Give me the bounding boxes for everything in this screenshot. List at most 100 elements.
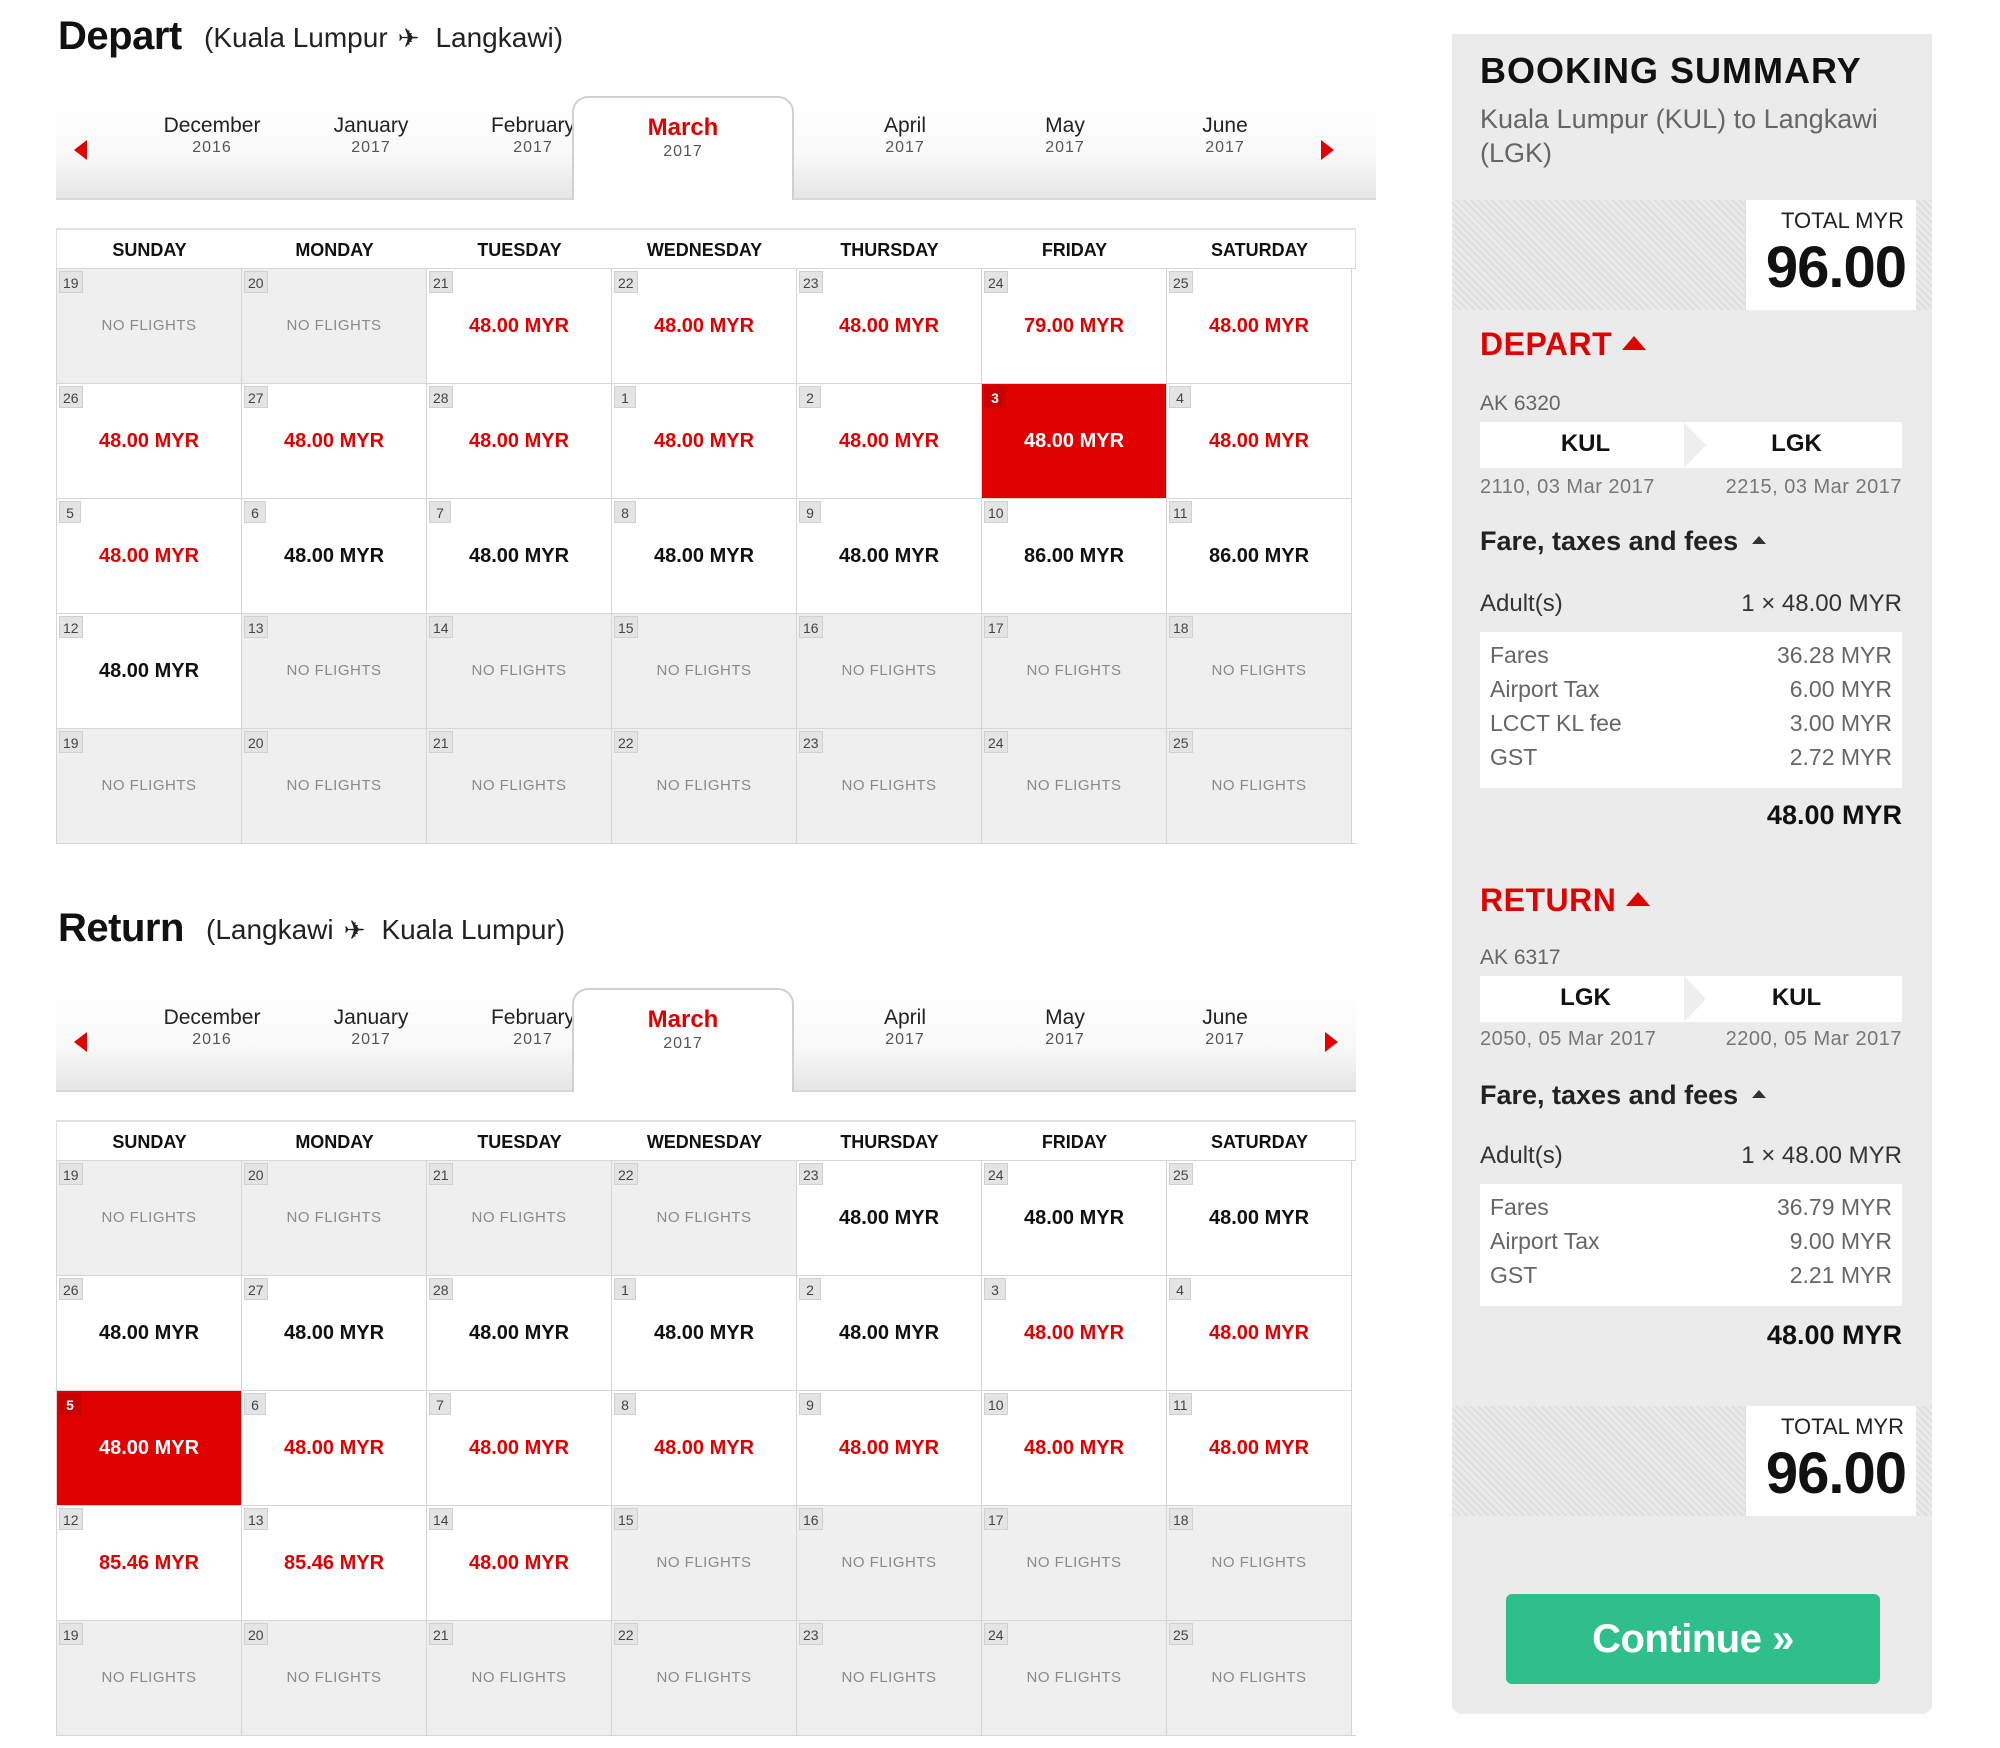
day-price: 48.00 MYR <box>283 430 385 452</box>
calendar-day[interactable]: 4 48.00 MYR <box>1167 384 1352 499</box>
calendar-day-selected[interactable]: 5 48.00 MYR <box>57 1391 242 1506</box>
month-tab-december[interactable]: December 2016 <box>137 114 287 157</box>
calendar-day[interactable]: 9 48.00 MYR <box>797 499 982 614</box>
weekday-sunday: SUNDAY <box>112 1132 187 1152</box>
calendar-day-selected[interactable]: 3 48.00 MYR <box>982 384 1167 499</box>
summary-depart-toggle[interactable]: DEPART <box>1480 326 1647 363</box>
calendar-day: 14 NO FLIGHTS <box>427 614 612 729</box>
calendar-day[interactable]: 28 48.00 MYR <box>427 384 612 499</box>
calendar-day[interactable]: 11 48.00 MYR <box>1167 1391 1352 1506</box>
calendar-day[interactable]: 23 48.00 MYR <box>797 269 982 384</box>
month-tab-january[interactable]: January 2017 <box>296 1006 446 1049</box>
calendar-day: 19 NO FLIGHTS <box>57 269 242 384</box>
calendar-day[interactable]: 23 48.00 MYR <box>797 1161 982 1276</box>
calendar-day[interactable]: 6 48.00 MYR <box>242 1391 427 1506</box>
calendar-day[interactable]: 6 48.00 MYR <box>242 499 427 614</box>
day-price: 85.46 MYR <box>283 1552 385 1574</box>
weekday-thursday: THURSDAY <box>840 240 939 260</box>
calendar-day[interactable]: 9 48.00 MYR <box>797 1391 982 1506</box>
calendar-day[interactable]: 4 48.00 MYR <box>1167 1276 1352 1391</box>
calendar-day[interactable]: 11 86.00 MYR <box>1167 499 1352 614</box>
continue-button[interactable]: Continue » <box>1506 1594 1880 1684</box>
calendar-day[interactable]: 2 48.00 MYR <box>797 1276 982 1391</box>
day-number: 24 <box>984 731 1008 753</box>
weekday-tuesday: TUESDAY <box>477 1132 562 1152</box>
calendar-day[interactable]: 12 85.46 MYR <box>57 1506 242 1621</box>
depart-route-from: (Kuala Lumpur <box>204 22 388 53</box>
day-number: 14 <box>429 616 453 638</box>
calendar-day[interactable]: 27 48.00 MYR <box>242 384 427 499</box>
day-number: 10 <box>984 501 1008 523</box>
calendar-day[interactable]: 24 79.00 MYR <box>982 269 1167 384</box>
fare-item-value: 2.21 MYR <box>1789 1262 1892 1288</box>
return-adult-row: Adult(s) 1 × 48.00 MYR <box>1480 1142 1902 1170</box>
month-year: 2017 <box>663 143 703 160</box>
month-tab-april[interactable]: April 2017 <box>830 1006 980 1049</box>
day-number: 23 <box>799 1163 823 1185</box>
prev-month-arrow-icon[interactable] <box>74 140 87 160</box>
calendar-day[interactable]: 24 48.00 MYR <box>982 1161 1167 1276</box>
calendar-day[interactable]: 21 48.00 MYR <box>427 269 612 384</box>
month-tab-march[interactable]: March 2017 <box>572 96 794 200</box>
month-year: 2017 <box>1205 139 1245 156</box>
calendar-day[interactable]: 3 48.00 MYR <box>982 1276 1167 1391</box>
month-tab-january[interactable]: January 2017 <box>296 114 446 157</box>
month-tab-may[interactable]: May 2017 <box>990 1006 1140 1049</box>
depart-fare-toggle[interactable]: Fare, taxes and fees <box>1480 526 1767 557</box>
calendar-day[interactable]: 2 48.00 MYR <box>797 384 982 499</box>
calendar-day: 15 NO FLIGHTS <box>612 614 797 729</box>
month-tab-june[interactable]: June 2017 <box>1150 1006 1300 1049</box>
calendar-day[interactable]: 26 48.00 MYR <box>57 1276 242 1391</box>
next-month-arrow-icon[interactable] <box>1325 1032 1338 1052</box>
return-fare-toggle[interactable]: Fare, taxes and fees <box>1480 1080 1767 1111</box>
prev-month-arrow-icon[interactable] <box>74 1032 87 1052</box>
month-year: 2017 <box>1045 1031 1085 1048</box>
calendar-day[interactable]: 1 48.00 MYR <box>612 384 797 499</box>
month-tab-march[interactable]: March 2017 <box>572 988 794 1092</box>
month-tab-may[interactable]: May 2017 <box>990 114 1140 157</box>
calendar-day[interactable]: 26 48.00 MYR <box>57 384 242 499</box>
calendar-day[interactable]: 10 48.00 MYR <box>982 1391 1167 1506</box>
calendar-day[interactable]: 8 48.00 MYR <box>612 499 797 614</box>
return-leg-total: 48.00 MYR <box>1766 1320 1902 1350</box>
summary-return-toggle[interactable]: RETURN <box>1480 882 1651 919</box>
month-year: 2017 <box>663 1035 703 1052</box>
day-number: 8 <box>614 501 636 523</box>
calendar-day: 13 NO FLIGHTS <box>242 614 427 729</box>
calendar-day[interactable]: 12 48.00 MYR <box>57 614 242 729</box>
month-tab-june[interactable]: June 2017 <box>1150 114 1300 157</box>
month-name: April <box>883 1006 926 1029</box>
day-number: 26 <box>59 1278 83 1300</box>
calendar-day[interactable]: 7 48.00 MYR <box>427 1391 612 1506</box>
day-number: 25 <box>1169 271 1193 293</box>
calendar-day[interactable]: 5 48.00 MYR <box>57 499 242 614</box>
depart-times: 2110, 03 Mar 2017 2215, 03 Mar 2017 <box>1480 476 1902 499</box>
day-number: 14 <box>429 1508 453 1530</box>
calendar-day[interactable]: 22 48.00 MYR <box>612 269 797 384</box>
calendar-day[interactable]: 1 48.00 MYR <box>612 1276 797 1391</box>
weekday-friday: FRIDAY <box>1041 240 1108 260</box>
calendar-day[interactable]: 28 48.00 MYR <box>427 1276 612 1391</box>
calendar-day[interactable]: 27 48.00 MYR <box>242 1276 427 1391</box>
calendar-day[interactable]: 14 48.00 MYR <box>427 1506 612 1621</box>
caret-up-icon <box>1626 891 1651 906</box>
calendar-day[interactable]: 25 48.00 MYR <box>1167 269 1352 384</box>
day-number: 20 <box>244 1163 268 1185</box>
calendar-day[interactable]: 13 85.46 MYR <box>242 1506 427 1621</box>
calendar-day[interactable]: 10 86.00 MYR <box>982 499 1167 614</box>
calendar-day[interactable]: 8 48.00 MYR <box>612 1391 797 1506</box>
day-number: 21 <box>429 731 453 753</box>
day-number: 17 <box>984 616 1008 638</box>
month-tab-december[interactable]: December 2016 <box>137 1006 287 1049</box>
calendar-day[interactable]: 25 48.00 MYR <box>1167 1161 1352 1276</box>
next-month-arrow-icon[interactable] <box>1321 140 1334 160</box>
day-price: 48.00 MYR <box>1208 1322 1310 1344</box>
no-flights-label: NO FLIGHTS <box>101 317 197 334</box>
month-tab-april[interactable]: April 2017 <box>830 114 980 157</box>
day-number: 28 <box>429 1278 453 1300</box>
fare-item-label: Airport Tax <box>1490 676 1600 702</box>
day-price: 48.00 MYR <box>98 545 200 567</box>
calendar-day[interactable]: 7 48.00 MYR <box>427 499 612 614</box>
return-route: (Langkawi ✈ Kuala Lumpur) <box>206 914 565 946</box>
caret-up-icon <box>1622 335 1647 350</box>
